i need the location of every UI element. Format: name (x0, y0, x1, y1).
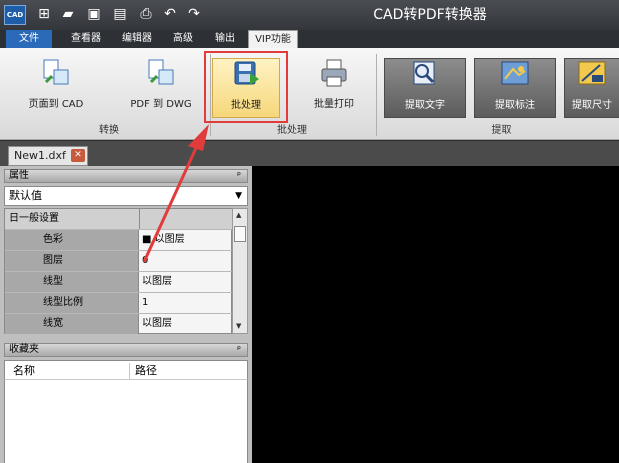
drawing-canvas[interactable] (252, 166, 619, 463)
batch-print-icon (318, 58, 350, 88)
extract-annotation-icon (499, 59, 531, 89)
new-icon[interactable]: ⊞ (36, 6, 52, 22)
property-row-lineweight[interactable]: 线宽 以图层 (5, 314, 233, 334)
menu-advanced[interactable]: 高级 (164, 30, 202, 48)
column-header-path[interactable]: 路径 (135, 361, 157, 381)
properties-select-value: 默认值 (9, 189, 42, 202)
app-logo: CAD (4, 5, 26, 25)
property-grid: 日一般设置 色彩 ■ 以图层 图层 0 线型 以图层 线型比例 1 线宽 以图层 (4, 208, 233, 334)
highlight-box (204, 51, 288, 123)
group-label-convert: 转换 (99, 125, 119, 136)
redo-icon[interactable]: ↷ (186, 6, 202, 22)
favorites-panel-header: 收藏夹 ᵖ (4, 343, 248, 357)
properties-panel-title: 属性 (9, 170, 29, 181)
property-section-label: 日一般设置 (9, 213, 59, 224)
page-to-cad-button[interactable]: 页面到 CAD (14, 58, 98, 118)
properties-panel-header: 属性 ᵖ (4, 169, 248, 183)
menu-output[interactable]: 输出 (206, 30, 244, 48)
property-section-header[interactable]: 日一般设置 (5, 209, 233, 230)
extract-text-button[interactable]: 提取文字 (384, 58, 466, 118)
print-icon[interactable]: ⎙ (138, 6, 154, 22)
menu-vip[interactable]: VIP功能 (248, 30, 298, 48)
pin-icon[interactable]: ᵖ (237, 344, 241, 356)
document-tab-bar (0, 141, 619, 166)
favorites-panel-title: 收藏夹 (9, 344, 39, 355)
menu-viewer[interactable]: 查看器 (62, 30, 110, 48)
pin-icon[interactable]: ᵖ (237, 170, 241, 182)
properties-select[interactable]: 默认值 ▼ (4, 186, 248, 206)
open-icon[interactable]: ▰ (60, 6, 76, 22)
group-label-extract: 提取 (491, 125, 512, 136)
group-label-batch: 批处理 (277, 125, 307, 136)
extract-dimension-icon (576, 59, 608, 89)
column-header-name[interactable]: 名称 (13, 361, 35, 381)
property-row-linetype[interactable]: 线型 以图层 (5, 272, 233, 293)
scrollbar-thumb[interactable] (234, 226, 246, 242)
menu-file[interactable]: 文件 (6, 30, 52, 48)
close-icon[interactable]: ✕ (71, 149, 85, 162)
scroll-up-icon[interactable]: ▲ (236, 211, 241, 219)
property-key: 图层 (5, 251, 139, 271)
property-value: 以图层 (142, 276, 172, 287)
extract-text-icon (409, 59, 441, 89)
favorites-list[interactable] (4, 380, 248, 463)
chevron-down-icon: ▼ (235, 191, 242, 201)
property-key: 色彩 (5, 230, 139, 250)
favorites-table-header: 名称 路径 (4, 360, 248, 380)
extract-dimension-button[interactable]: 提取尺寸 (564, 58, 619, 118)
property-value: 以图层 (142, 318, 172, 329)
batch-print-button[interactable]: 批量打印 (300, 58, 368, 118)
menu-editor[interactable]: 编辑器 (114, 30, 160, 48)
pdf-to-dwg-button[interactable]: PDF 到 DWG (118, 58, 204, 118)
document-tab-label: New1.dxf (14, 149, 66, 162)
property-key: 线型 (5, 272, 139, 292)
property-row-color[interactable]: 色彩 ■ 以图层 (5, 230, 233, 251)
save-as-icon[interactable]: ▤ (112, 6, 128, 22)
property-value: 0 (142, 255, 149, 266)
save-icon[interactable]: ▣ (86, 6, 102, 22)
scroll-down-icon[interactable]: ▼ (236, 322, 241, 330)
property-row-layer[interactable]: 图层 0 (5, 251, 233, 272)
property-value: 1 (142, 297, 149, 308)
page-to-cad-icon (40, 58, 72, 88)
group-separator (376, 54, 377, 136)
undo-icon[interactable]: ↶ (162, 6, 178, 22)
property-value: ■ 以图层 (142, 234, 185, 245)
extract-annotation-button[interactable]: 提取标注 (474, 58, 556, 118)
window-title: CAD转PDF转换器 (373, 7, 487, 23)
pdf-to-dwg-icon (145, 58, 177, 88)
property-key: 线宽 (5, 314, 139, 334)
property-key: 线型比例 (5, 293, 139, 313)
property-row-linetype-scale[interactable]: 线型比例 1 (5, 293, 233, 314)
